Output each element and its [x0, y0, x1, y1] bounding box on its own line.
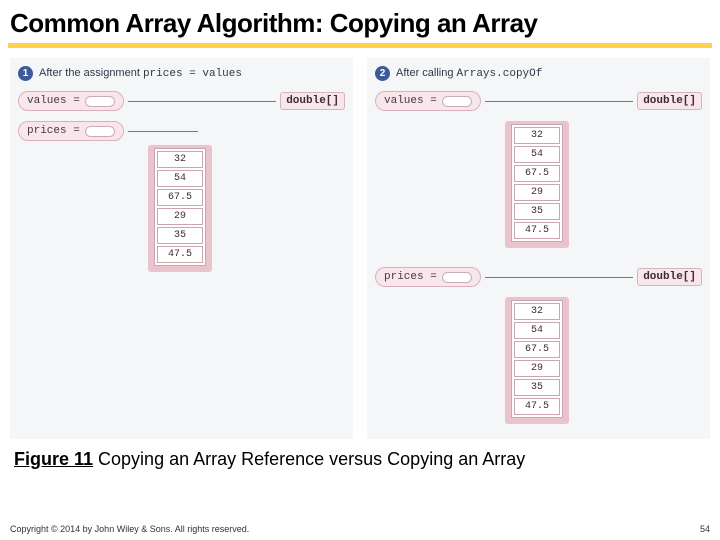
values-label-2: values = — [384, 95, 437, 107]
prices-var-pill-2: prices = — [375, 267, 481, 287]
step-badge-2: 2 — [375, 66, 390, 81]
array-cell: 29 — [514, 360, 560, 377]
values-slot-2 — [442, 96, 472, 107]
pointer-line — [485, 277, 633, 278]
pointer-line — [128, 101, 276, 102]
values-array-block: 32 54 67.5 29 35 47.5 — [505, 121, 569, 253]
figure-number: Figure 11 — [14, 449, 93, 469]
array-cell: 67.5 — [514, 341, 560, 358]
copyright-text: Copyright © 2014 by John Wiley & Sons. A… — [10, 524, 249, 534]
panel1-lead: After the assignment — [39, 67, 143, 79]
step-badge-1: 1 — [18, 66, 33, 81]
panel2-header: 2 After calling Arrays.copyOf — [375, 66, 702, 81]
values-pointer-row: values = double[] — [18, 91, 345, 111]
values-var-pill-2: values = — [375, 91, 481, 111]
figure-caption: Figure 11 Copying an Array Reference ver… — [0, 439, 720, 474]
prices-pointer-row-2: prices = double[] — [375, 267, 702, 287]
array-cell: 54 — [514, 322, 560, 339]
array-table-2b: 32 54 67.5 29 35 47.5 — [511, 300, 563, 418]
array-cell: 54 — [514, 146, 560, 163]
array-cell: 32 — [514, 303, 560, 320]
prices-slot — [85, 126, 115, 137]
prices-var-pill: prices = — [18, 121, 124, 141]
pointer-line — [128, 131, 198, 132]
array-cell: 47.5 — [157, 246, 203, 263]
array-cell: 29 — [514, 184, 560, 201]
values-slot — [85, 96, 115, 107]
pointer-line — [485, 101, 633, 102]
array-cell: 35 — [514, 203, 560, 220]
array-cell: 32 — [157, 151, 203, 168]
array-cell: 67.5 — [514, 165, 560, 182]
values-label: values = — [27, 95, 80, 107]
prices-label: prices = — [27, 125, 80, 137]
panel1-code: prices = values — [143, 68, 242, 80]
prices-array-block: 32 54 67.5 29 35 47.5 — [505, 297, 569, 429]
panel2-code: Arrays.copyOf — [457, 68, 543, 80]
values-pointer-row-2: values = double[] — [375, 91, 702, 111]
array-table-1: 32 54 67.5 29 35 47.5 — [154, 148, 206, 266]
prices-slot-2 — [442, 272, 472, 283]
array-cell: 35 — [157, 227, 203, 244]
array-cell: 47.5 — [514, 398, 560, 415]
array-cell: 47.5 — [514, 222, 560, 239]
array-type-label-1: double[] — [280, 92, 345, 110]
array-cell: 32 — [514, 127, 560, 144]
panel-copyof: 2 After calling Arrays.copyOf values = d… — [367, 58, 710, 439]
title-underline — [8, 43, 712, 48]
diagram-area: 1 After the assignment prices = values v… — [0, 58, 720, 439]
panel1-header: 1 After the assignment prices = values — [18, 66, 345, 81]
page-number: 54 — [700, 524, 710, 534]
footer: Copyright © 2014 by John Wiley & Sons. A… — [10, 524, 710, 534]
panel-assignment: 1 After the assignment prices = values v… — [10, 58, 353, 439]
prices-pointer-row: prices = — [18, 121, 345, 141]
shared-array-block: 32 54 67.5 29 35 47.5 — [148, 145, 212, 277]
figure-text: Copying an Array Reference versus Copyin… — [93, 449, 525, 469]
array-type-label-2a: double[] — [637, 92, 702, 110]
array-cell: 54 — [157, 170, 203, 187]
array-cell: 29 — [157, 208, 203, 225]
prices-label-2: prices = — [384, 271, 437, 283]
values-var-pill: values = — [18, 91, 124, 111]
panel2-lead: After calling — [396, 67, 457, 79]
page-title: Common Array Algorithm: Copying an Array — [0, 0, 720, 43]
array-type-label-2b: double[] — [637, 268, 702, 286]
array-table-2a: 32 54 67.5 29 35 47.5 — [511, 124, 563, 242]
array-cell: 67.5 — [157, 189, 203, 206]
array-cell: 35 — [514, 379, 560, 396]
